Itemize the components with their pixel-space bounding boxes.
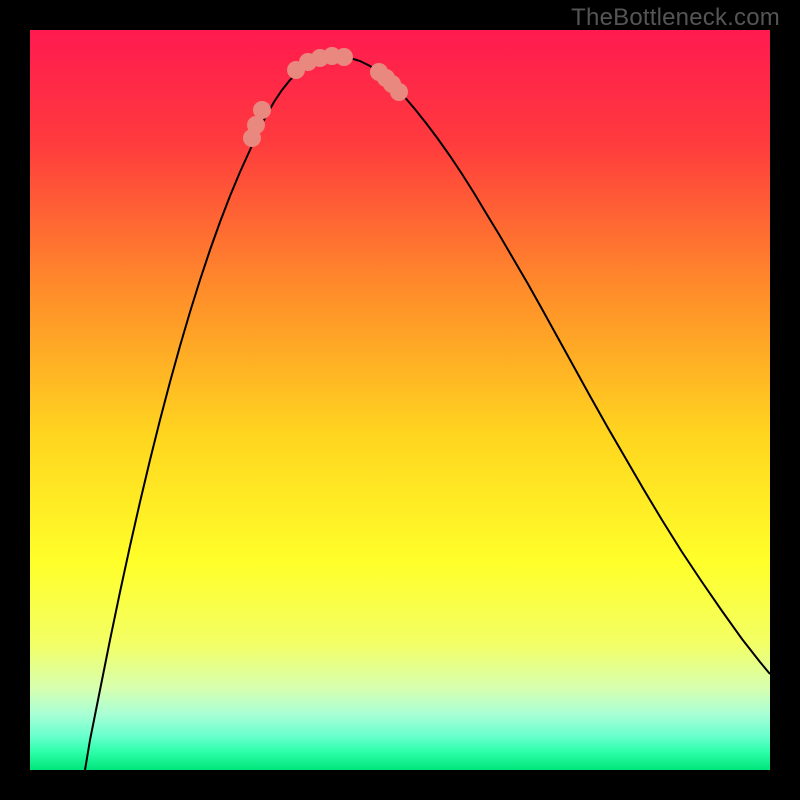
chart-frame: TheBottleneck.com (0, 0, 800, 800)
watermark-text: TheBottleneck.com (571, 4, 780, 32)
plot-area (30, 30, 770, 770)
highlight-dots (30, 30, 770, 770)
